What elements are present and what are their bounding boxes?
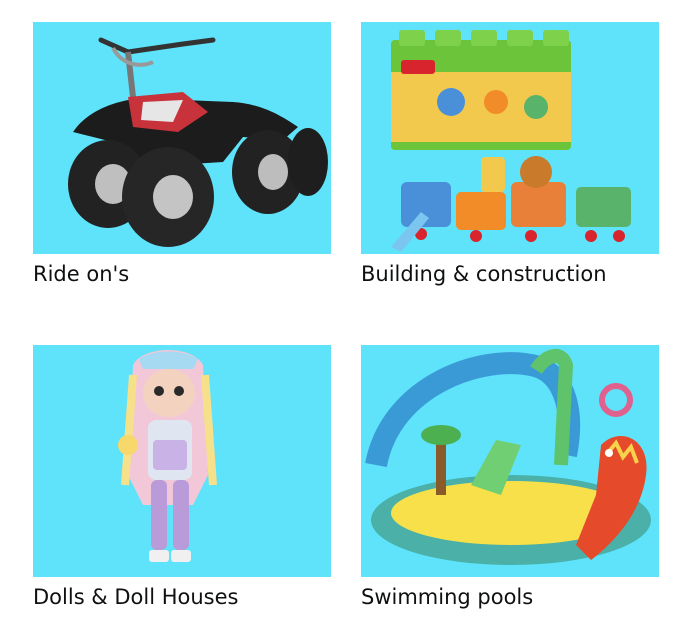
- building-blocks-set-image[interactable]: [361, 22, 659, 254]
- ride-on-quad-bike-image[interactable]: [33, 22, 331, 254]
- category-tile-swimming-pools[interactable]: Swimming pools: [361, 345, 659, 611]
- category-tile-ride-ons[interactable]: Ride on's: [33, 22, 331, 288]
- category-tile-building-construction[interactable]: Building & construction: [361, 22, 659, 288]
- category-tile-dolls-doll-houses[interactable]: Dolls & Doll Houses: [33, 345, 331, 611]
- tile-label[interactable]: Dolls & Doll Houses: [33, 583, 331, 611]
- tile-label[interactable]: Swimming pools: [361, 583, 659, 611]
- tile-label[interactable]: Building & construction: [361, 260, 659, 288]
- fashion-doll-image[interactable]: [33, 345, 331, 577]
- tile-label[interactable]: Ride on's: [33, 260, 331, 288]
- inflatable-dinosaur-pool-image[interactable]: [361, 345, 659, 577]
